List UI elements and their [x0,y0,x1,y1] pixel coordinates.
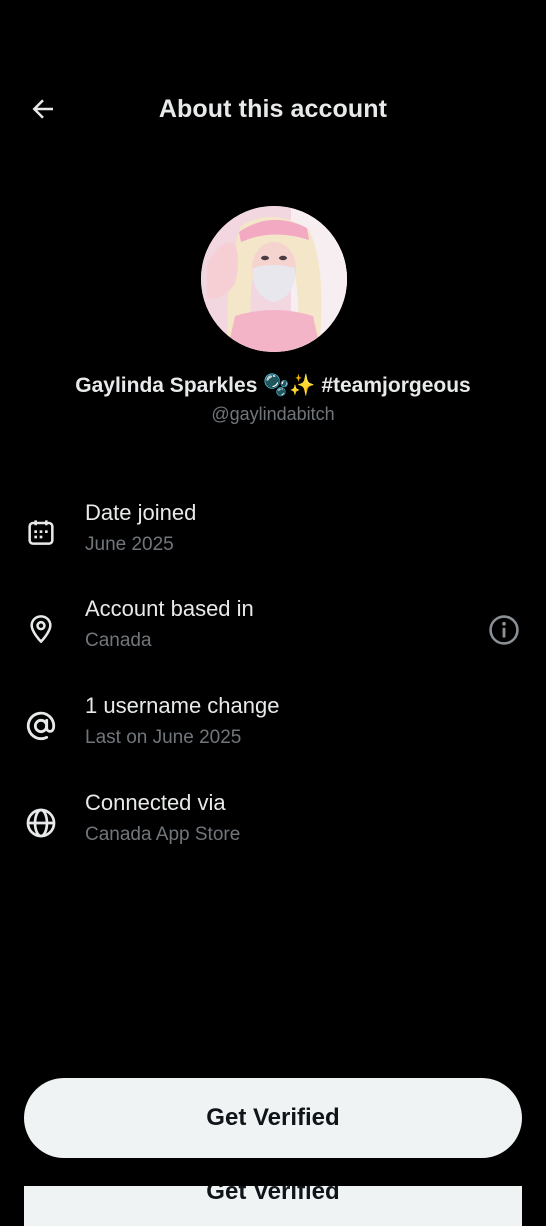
info-button[interactable] [484,610,524,650]
row-subtitle: Canada App Store [85,824,241,845]
row-title: Date joined [85,500,197,525]
row-account-based-in: Account based in Canada [0,596,546,668]
row-title: 1 username change [85,693,280,718]
at-sign-icon [26,711,56,741]
profile-handle: @gaylindabitch [211,404,335,424]
get-verified-button[interactable]: Get Verified [24,1078,522,1158]
duplicate-button-label: Get Verified [206,1186,340,1205]
calendar-icon [28,520,54,545]
duplicate-button-fragment: Get Verified [24,1186,522,1226]
profile-display-name: Gaylinda Sparkles 🫧✨ #teamjorgeous [75,374,471,397]
globe-icon [26,808,56,838]
location-pin-icon [30,615,52,643]
row-username-change: 1 username change Last on June 2025 [0,693,546,765]
row-title: Account based in [85,596,254,621]
row-title: Connected via [85,790,226,815]
row-subtitle: June 2025 [85,534,174,555]
row-date-joined: Date joined June 2025 [0,500,546,572]
row-subtitle: Last on June 2025 [85,727,242,748]
info-circle-icon [489,615,519,645]
avatar [201,206,347,352]
page-title: About this account [158,95,388,123]
row-subtitle: Canada [85,630,152,651]
row-connected-via: Connected via Canada App Store [0,790,546,862]
profile-photo [201,206,347,352]
header-bar: About this account [0,72,546,146]
